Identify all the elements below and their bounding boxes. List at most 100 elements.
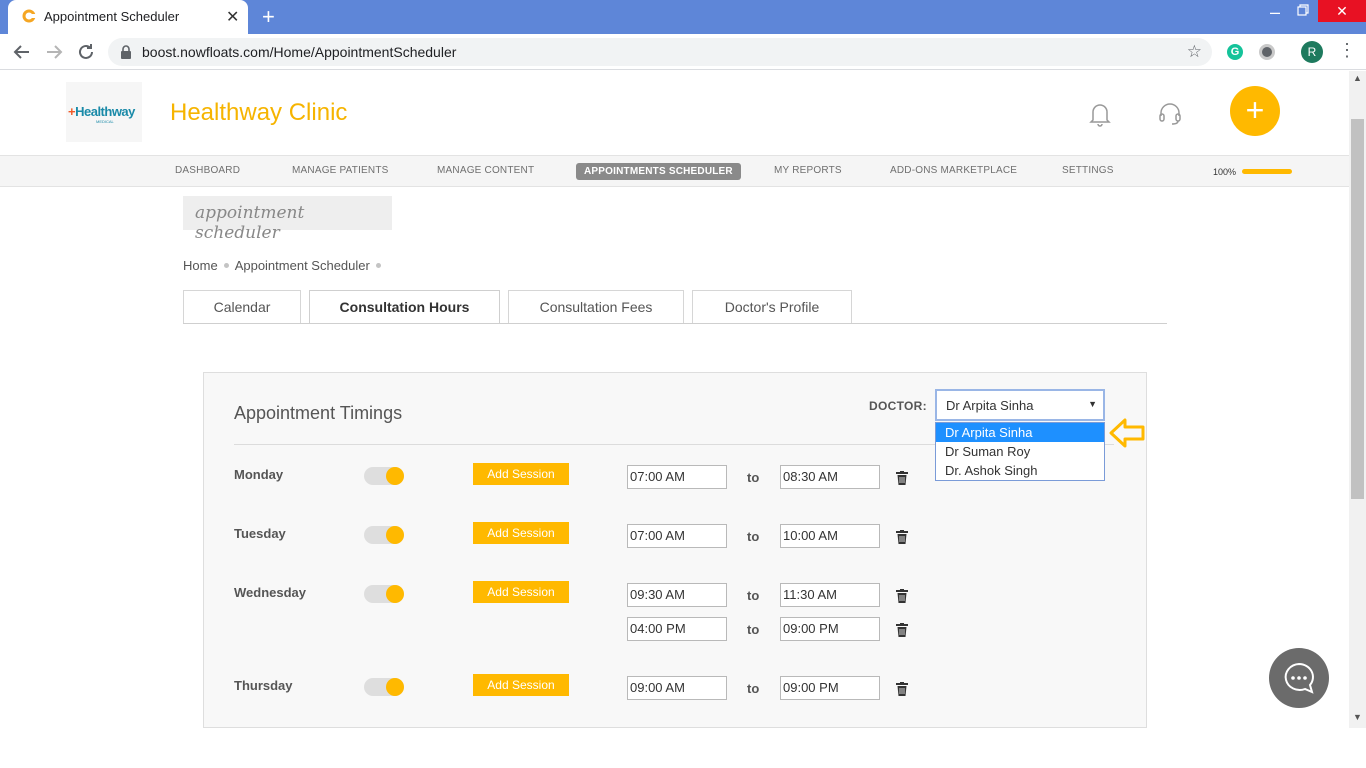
day-label-monday: Monday [234, 467, 284, 482]
profile-progress-label: 100% [1213, 167, 1237, 177]
window-close-icon[interactable]: ✕ [1318, 0, 1366, 22]
address-bar[interactable]: boost.nowfloats.com/Home/AppointmentSche… [108, 38, 1212, 66]
session-end-time[interactable]: 09:00 PM [780, 617, 880, 641]
clinic-logo[interactable]: +Healthway MEDICAL [66, 82, 142, 142]
browser-toolbar: boost.nowfloats.com/Home/AppointmentSche… [0, 34, 1366, 70]
to-label: to [747, 681, 760, 696]
day-label-tuesday: Tuesday [234, 526, 286, 541]
day-toggle-thursday[interactable] [364, 678, 404, 696]
chat-widget-button[interactable] [1269, 648, 1329, 708]
tab-calendar[interactable]: Calendar [183, 290, 301, 323]
profile-avatar[interactable]: R [1301, 41, 1323, 63]
support-headset-icon[interactable] [1157, 101, 1183, 127]
scroll-thumb[interactable] [1351, 119, 1364, 499]
bell-icon[interactable] [1088, 101, 1112, 127]
nav-addons-marketplace[interactable]: ADD-ONS MARKETPLACE [890, 165, 1017, 176]
day-label-wednesday: Wednesday [234, 585, 307, 600]
nav-manage-patients[interactable]: MANAGE PATIENTS [292, 165, 389, 176]
session-start-time[interactable]: 07:00 AM [627, 465, 727, 489]
favicon-icon [22, 9, 36, 23]
day-toggle-monday[interactable] [364, 467, 404, 485]
session-start-time[interactable]: 09:30 AM [627, 583, 727, 607]
tab-doctors-profile[interactable]: Doctor's Profile [692, 290, 852, 323]
logo-subtext: MEDICAL [96, 119, 114, 124]
scroll-down-icon[interactable]: ▼ [1353, 712, 1362, 722]
doctor-option[interactable]: Dr. Ashok Singh [936, 461, 1104, 480]
reload-icon[interactable] [74, 40, 98, 64]
day-toggle-tuesday[interactable] [364, 526, 404, 544]
breadcrumb-home[interactable]: Home [183, 258, 218, 273]
profile-progress-bar [1242, 169, 1292, 174]
day-label-thursday: Thursday [234, 678, 293, 693]
session-end-time[interactable]: 08:30 AM [780, 465, 880, 489]
doctor-dropdown-list: Dr Arpita Sinha Dr Suman Roy Dr. Ashok S… [935, 422, 1105, 481]
doctor-option[interactable]: Dr Arpita Sinha [936, 423, 1104, 442]
nav-manage-content[interactable]: MANAGE CONTENT [437, 165, 534, 176]
nav-appointments-scheduler[interactable]: APPOINTMENTS SCHEDULER [576, 163, 741, 180]
nav-settings[interactable]: SETTINGS [1062, 165, 1114, 176]
doctor-option[interactable]: Dr Suman Roy [936, 442, 1104, 461]
lock-icon [121, 45, 131, 59]
session-end-time[interactable]: 09:00 PM [780, 676, 880, 700]
add-session-button[interactable]: Add Session [473, 522, 569, 544]
breadcrumb-current[interactable]: Appointment Scheduler [235, 258, 370, 273]
appointment-timings-panel: Appointment Timings DOCTOR: Dr Arpita Si… [203, 372, 1147, 728]
breadcrumb-separator [223, 263, 229, 269]
back-arrow-icon[interactable] [10, 40, 34, 64]
nav-dashboard[interactable]: DASHBOARD [175, 165, 240, 176]
tab-consultation-fees[interactable]: Consultation Fees [508, 290, 684, 323]
breadcrumb: Home Appointment Scheduler [183, 258, 387, 273]
browser-tabstrip: Appointment Scheduler ✕ + – ✕ [0, 0, 1366, 34]
pointer-arrow-icon [1109, 418, 1145, 448]
session-start-time[interactable]: 04:00 PM [627, 617, 727, 641]
progress-fill [1242, 169, 1292, 174]
to-label: to [747, 529, 760, 544]
session-start-time[interactable]: 07:00 AM [627, 524, 727, 548]
session-start-time[interactable]: 09:00 AM [627, 676, 727, 700]
toggle-knob [386, 585, 404, 603]
trash-icon[interactable] [896, 682, 908, 696]
minimize-icon[interactable]: – [1270, 2, 1280, 23]
chat-icon [1284, 662, 1314, 694]
trash-icon[interactable] [896, 471, 908, 485]
page-heading: appointment scheduler [183, 196, 392, 243]
add-session-button[interactable]: Add Session [473, 463, 569, 485]
session-end-time[interactable]: 11:30 AM [780, 583, 880, 607]
session-end-time[interactable]: 10:00 AM [780, 524, 880, 548]
add-fab-button[interactable]: + [1230, 86, 1280, 136]
logo-text: Healthway [75, 104, 135, 119]
browser-menu-icon[interactable]: ⋮ [1338, 40, 1356, 61]
extension-icon[interactable] [1259, 44, 1275, 60]
toggle-knob [386, 467, 404, 485]
add-session-button[interactable]: Add Session [473, 581, 569, 603]
url-text: boost.nowfloats.com/Home/AppointmentSche… [142, 44, 457, 60]
nav-my-reports[interactable]: MY REPORTS [774, 165, 842, 176]
trash-icon[interactable] [896, 589, 908, 603]
to-label: to [747, 470, 760, 485]
bookmark-star-icon[interactable]: ☆ [1187, 42, 1202, 62]
forward-arrow-icon[interactable] [42, 40, 66, 64]
breadcrumb-separator [375, 263, 381, 269]
doctor-select-value: Dr Arpita Sinha [946, 398, 1034, 413]
scroll-up-icon[interactable]: ▲ [1353, 73, 1362, 83]
main-nav: DASHBOARD MANAGE PATIENTS MANAGE CONTENT… [0, 155, 1349, 187]
to-label: to [747, 588, 760, 603]
doctor-label: DOCTOR: [869, 399, 927, 413]
chevron-down-icon: ▼ [1088, 399, 1097, 409]
restore-icon[interactable] [1297, 4, 1309, 16]
doctor-select[interactable]: Dr Arpita Sinha ▼ [935, 389, 1105, 421]
to-label: to [747, 622, 760, 637]
toggle-knob [386, 678, 404, 696]
trash-icon[interactable] [896, 623, 908, 637]
day-toggle-wednesday[interactable] [364, 585, 404, 603]
add-session-button[interactable]: Add Session [473, 674, 569, 696]
trash-icon[interactable] [896, 530, 908, 544]
tab-close-icon[interactable]: ✕ [226, 7, 239, 27]
clinic-name: Healthway Clinic [170, 99, 348, 126]
page-scrollbar[interactable]: ▲ ▼ [1349, 71, 1366, 728]
browser-tab[interactable]: Appointment Scheduler ✕ [8, 0, 248, 34]
toggle-knob [386, 526, 404, 544]
tab-consultation-hours[interactable]: Consultation Hours [309, 290, 500, 324]
new-tab-icon[interactable]: + [262, 4, 275, 30]
grammarly-extension-icon[interactable]: G [1227, 44, 1243, 60]
